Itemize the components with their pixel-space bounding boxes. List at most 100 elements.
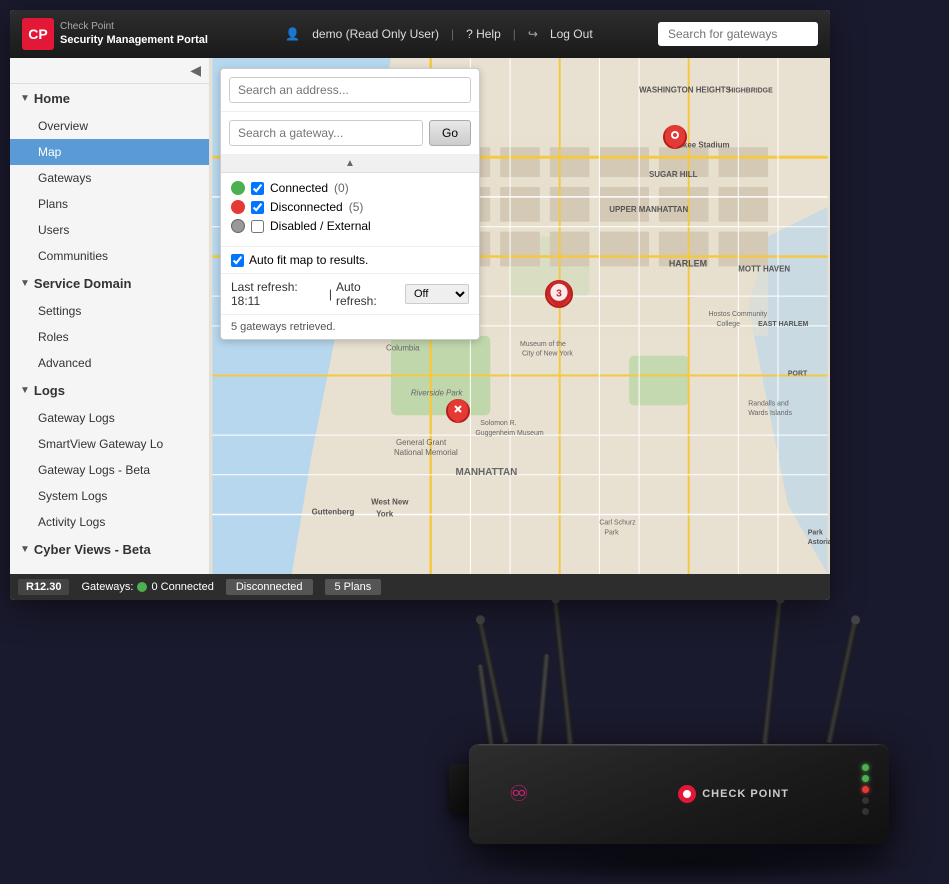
svg-text:Guttenberg: Guttenberg — [312, 507, 355, 516]
logout-link[interactable]: Log Out — [550, 27, 593, 41]
svg-text:National Memorial: National Memorial — [394, 448, 458, 457]
address-input[interactable] — [229, 77, 471, 103]
sidebar-item-settings[interactable]: Settings — [10, 298, 209, 324]
arrow-icon-logs: ▼ — [20, 385, 30, 396]
sidebar-collapse-btn[interactable]: ◀ — [10, 58, 209, 84]
map-pin-2[interactable]: 3 — [545, 280, 573, 308]
gateway-filter-input[interactable] — [229, 120, 423, 146]
logout-icon: ↪ — [528, 27, 538, 41]
disconnected-status-btn[interactable]: Disconnected — [226, 579, 313, 595]
svg-text:MOTT HAVEN: MOTT HAVEN — [738, 264, 790, 273]
connected-dot — [231, 181, 245, 195]
router-highlight — [479, 744, 879, 746]
sidebar-item-overview[interactable]: Overview — [10, 113, 209, 139]
gateways-label: Gateways: — [81, 581, 133, 593]
sidebar-group-home[interactable]: ▼ Home — [10, 84, 209, 113]
sidebar-item-communities[interactable]: Communities — [10, 243, 209, 269]
go-button[interactable]: Go — [429, 120, 471, 146]
sidebar-item-users[interactable]: Users — [10, 217, 209, 243]
sidebar-item-activity-logs[interactable]: Activity Logs — [10, 509, 209, 535]
sidebar-item-smartview-logs[interactable]: SmartView Gateway Lo — [10, 431, 209, 457]
auto-fit-checkbox[interactable] — [231, 254, 244, 267]
disconnected-count: (5) — [349, 200, 364, 214]
auto-refresh-select[interactable]: Off 1 min 5 min 10 min — [405, 284, 469, 304]
svg-text:Wards Islands: Wards Islands — [748, 410, 792, 417]
sidebar-item-advanced[interactable]: Advanced — [10, 350, 209, 376]
connected-checkbox[interactable] — [251, 182, 264, 195]
user-link[interactable]: demo (Read Only User) — [312, 27, 439, 41]
svg-text:Solomon R.: Solomon R. — [480, 420, 516, 427]
collapse-arrow[interactable]: ▲ — [221, 155, 479, 173]
pipe-separator: | — [329, 287, 332, 301]
refresh-row: Last refresh: 18:11 | Auto refresh: Off … — [221, 274, 479, 315]
router-leds — [862, 764, 869, 815]
sidebar-item-plans[interactable]: Plans — [10, 191, 209, 217]
svg-text:Park: Park — [604, 529, 619, 536]
status-version: R12.30 — [18, 579, 69, 595]
plans-status-label: 5 Plans — [335, 581, 372, 593]
main-content: ◀ ▼ Home Overview Map Gateways Plans Use… — [10, 58, 830, 574]
cp-logo-inner — [683, 790, 691, 798]
last-refresh-label: Last refresh: 18:11 — [231, 280, 325, 308]
svg-text:City of New York: City of New York — [522, 351, 573, 358]
disabled-dot — [231, 219, 245, 233]
svg-text:Columbia: Columbia — [386, 344, 420, 353]
led-4 — [862, 797, 869, 804]
auto-fit-label: Auto fit map to results. — [249, 253, 368, 267]
map-pin-1[interactable] — [663, 125, 687, 149]
svg-text:EAST HARLEM: EAST HARLEM — [758, 321, 808, 328]
sidebar-item-roles[interactable]: Roles — [10, 324, 209, 350]
sidebar-item-gateways[interactable]: Gateways — [10, 165, 209, 191]
help-link[interactable]: ? Help — [466, 27, 501, 41]
svg-text:Park: Park — [808, 529, 823, 536]
disconnected-label: Disconnected — [270, 200, 343, 214]
antenna-main-4 — [826, 615, 860, 744]
sidebar-group-service-label: Service Domain — [34, 276, 132, 291]
arrow-icon-home: ▼ — [20, 93, 30, 104]
overlay-panel: Go ▲ Connected (0) Disconnected (5) — [220, 68, 480, 340]
retrieved-text: 5 gateways retrieved. — [221, 315, 479, 339]
sidebar-item-gateway-logs[interactable]: Gateway Logs — [10, 405, 209, 431]
led-1 — [862, 764, 869, 771]
cp-logo-text: CHECK POINT — [702, 788, 789, 800]
map-container[interactable]: WASHINGTON HEIGHTS HIGHBRIDGE SUGAR HILL… — [210, 58, 830, 574]
logo-area: CP Check Point Security Management Porta… — [22, 18, 208, 50]
sidebar-group-cyber[interactable]: ▼ Cyber Views - Beta — [10, 535, 209, 564]
connected-count-status: 0 Connected — [151, 581, 213, 593]
address-search-section — [221, 69, 479, 112]
gateway-search-input[interactable] — [658, 22, 818, 46]
sidebar-group-service-domain[interactable]: ▼ Service Domain — [10, 269, 209, 298]
svg-text:Hostos Community: Hostos Community — [709, 311, 768, 318]
user-icon: 👤 — [285, 27, 300, 41]
gateway-search-row: Go — [221, 112, 479, 155]
disconnected-dot — [231, 200, 245, 214]
map-pin-3[interactable] — [446, 399, 470, 423]
antenna-main-2 — [551, 594, 574, 744]
header-bar: CP Check Point Security Management Porta… — [10, 10, 830, 58]
arrow-icon-service: ▼ — [20, 278, 30, 289]
antenna-main-3 — [761, 594, 784, 744]
filter-disabled: Disabled / External — [231, 219, 469, 233]
disconnected-status-label: Disconnected — [236, 581, 303, 593]
sidebar-item-system-logs[interactable]: System Logs — [10, 483, 209, 509]
disabled-label: Disabled / External — [270, 219, 371, 233]
sidebar-group-logs[interactable]: ▼ Logs — [10, 376, 209, 405]
browser-window: CP Check Point Security Management Porta… — [10, 10, 830, 600]
svg-text:Carl Schurz: Carl Schurz — [599, 519, 636, 526]
sidebar-item-map[interactable]: Map — [10, 139, 209, 165]
router-main-body: CHECK POINT ♾ — [469, 744, 889, 844]
svg-text:HARLEM: HARLEM — [669, 258, 707, 268]
separator-2: | — [513, 27, 516, 41]
svg-text:Astoria: Astoria — [808, 539, 830, 546]
status-bar: R12.30 Gateways: 0 Connected Disconnecte… — [10, 574, 830, 600]
sidebar-group-home-label: Home — [34, 91, 70, 106]
status-gateways: Gateways: 0 Connected — [81, 581, 213, 593]
disabled-checkbox[interactable] — [251, 220, 264, 233]
plans-status-btn[interactable]: 5 Plans — [325, 579, 382, 595]
svg-text:WASHINGTON HEIGHTS: WASHINGTON HEIGHTS — [639, 86, 731, 95]
connected-status-dot — [137, 582, 147, 592]
svg-text:PORT: PORT — [788, 371, 808, 378]
disconnected-checkbox[interactable] — [251, 201, 264, 214]
connected-count: (0) — [334, 181, 349, 195]
sidebar-item-gateway-logs-beta[interactable]: Gateway Logs - Beta — [10, 457, 209, 483]
